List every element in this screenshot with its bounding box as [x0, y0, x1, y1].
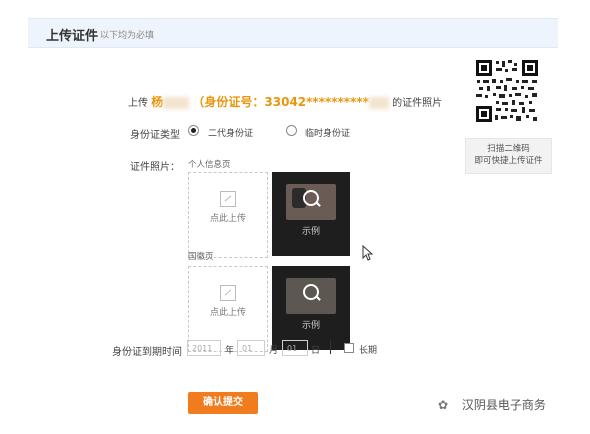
intro-id-number: 33042********** [264, 95, 369, 109]
back-page-label: 国徽页 [188, 252, 214, 262]
separator [330, 340, 331, 354]
image-upload-icon [220, 285, 236, 301]
section-subtitle: 以下均为必填 [100, 31, 155, 41]
submit-button[interactable]: 确认提交 [188, 392, 258, 414]
long-term-checkbox[interactable] [344, 343, 354, 353]
long-term-label: 长期 [359, 346, 378, 356]
option-temporary-id: 临时身份证 [305, 129, 351, 139]
front-example-image[interactable]: 示例 [272, 172, 350, 256]
intro-suffix: 的证件照片 [392, 98, 443, 109]
intro-name: 杨 [151, 95, 164, 109]
front-page-label: 个人信息页 [188, 160, 231, 170]
back-example-image[interactable]: 示例 [272, 266, 350, 350]
watermark: ✿ 汉阴县电子商务 [438, 396, 546, 413]
day-unit: 日 [311, 346, 321, 356]
id-redaction [368, 97, 389, 109]
upload-back-text: 点此上传 [209, 308, 246, 318]
wechat-icon: ✿ [438, 398, 449, 412]
intro-prefix: 上传 [128, 98, 148, 109]
qr-line-2: 即可快捷上传证件 [474, 156, 543, 166]
year-unit: 年 [225, 346, 235, 356]
upload-front-text: 点此上传 [209, 214, 246, 224]
id-type-label: 身份证类型 [130, 130, 180, 141]
expiry-label: 身份证到期时间 [112, 347, 182, 358]
expiry-month-input[interactable]: 01 [237, 340, 265, 356]
radio-second-gen-id[interactable] [188, 125, 199, 136]
upload-intro: 上传 杨 （身份证号：33042********** 的证件照片 [128, 93, 442, 110]
upload-front-button[interactable]: 点此上传 [188, 172, 268, 258]
photos-label: 证件照片： [130, 162, 180, 173]
watermark-text: 汉阴县电子商务 [461, 398, 546, 412]
back-example-label: 示例 [301, 321, 320, 331]
image-upload-icon [220, 191, 236, 207]
mouse-cursor-icon [362, 245, 374, 261]
option-second-gen-id: 二代身份证 [208, 129, 254, 139]
expiry-day-input[interactable]: 01 [282, 340, 308, 356]
qr-code-image [474, 58, 540, 124]
magnifier-icon [303, 284, 319, 300]
qr-instructions: 扫描二维码 即可快捷上传证件 [465, 138, 552, 174]
magnifier-icon [303, 190, 319, 206]
front-example-label: 示例 [301, 227, 320, 237]
qr-line-1: 扫描二维码 [487, 144, 530, 154]
intro-id-label: （身份证号： [192, 95, 265, 109]
expiry-year-input[interactable]: 2011 [187, 340, 221, 356]
section-header: 上传证件 以下均为必填 [28, 18, 558, 48]
name-redaction [163, 97, 190, 109]
radio-temporary-id[interactable] [286, 125, 297, 136]
section-title: 上传证件 [46, 29, 99, 44]
month-unit: 月 [269, 346, 279, 356]
